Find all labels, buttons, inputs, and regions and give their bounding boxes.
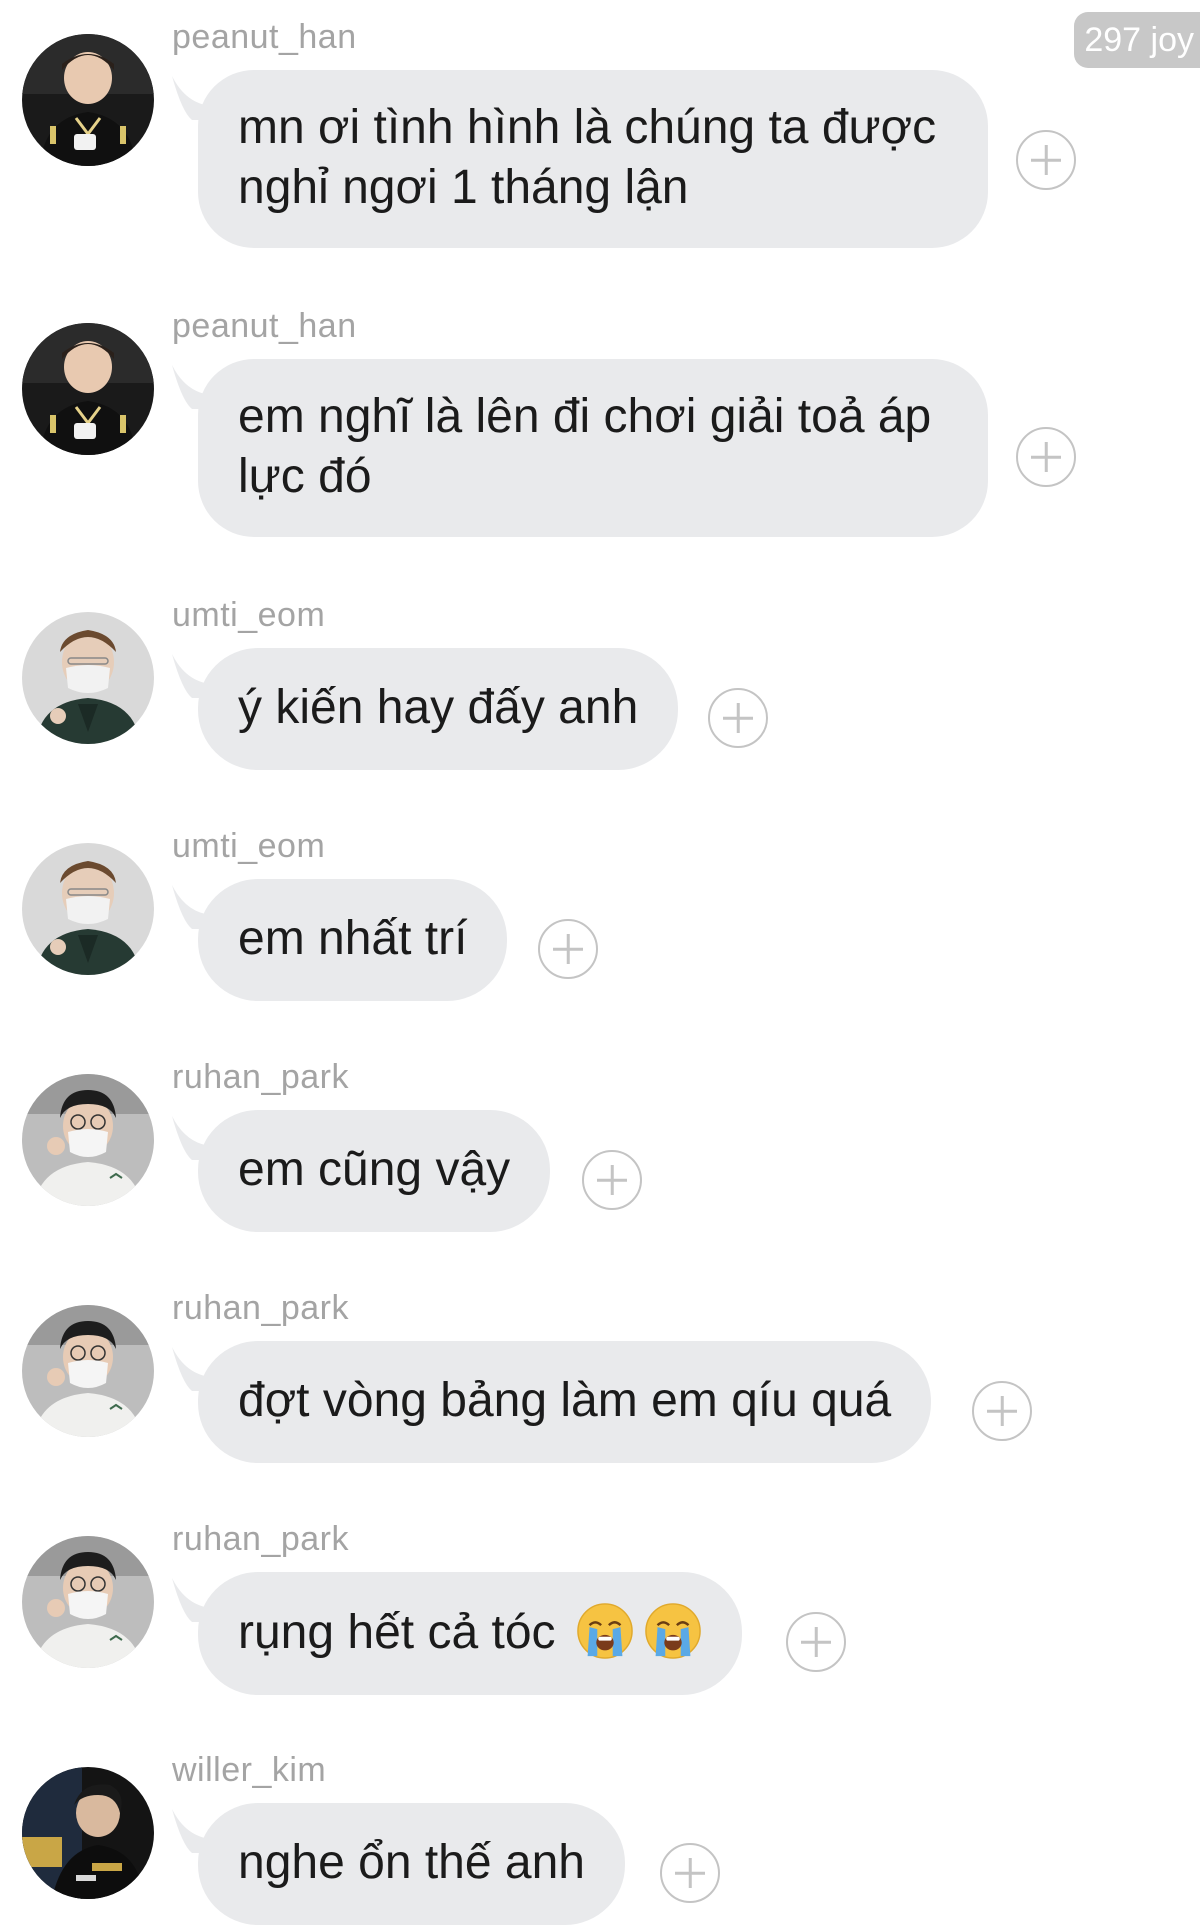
avatar[interactable] bbox=[22, 843, 154, 975]
avatar[interactable] bbox=[22, 612, 154, 744]
loudly-crying-face-emoji bbox=[576, 1602, 634, 1660]
add-reaction-button[interactable] bbox=[708, 688, 768, 748]
username[interactable]: ruhan_park bbox=[172, 1285, 349, 1331]
message-bubble-wrap: em nhất trí bbox=[170, 879, 508, 1001]
message-text: rụng hết cả tóc bbox=[238, 1606, 556, 1659]
avatar[interactable] bbox=[22, 1074, 154, 1206]
avatar[interactable] bbox=[22, 34, 154, 166]
message-bubble-wrap: đợt vòng bảng làm em qíu quá bbox=[170, 1341, 932, 1463]
message-item: umti_eom ý kiến hay đấy anh bbox=[0, 592, 1200, 792]
add-reaction-button[interactable] bbox=[786, 1612, 846, 1672]
add-reaction-button[interactable] bbox=[972, 1381, 1032, 1441]
message-bubble[interactable]: em nghĩ là lên đi chơi giải toả áp lực đ… bbox=[198, 359, 988, 537]
message-bubble-wrap: mn ơi tình hình là chúng ta được nghỉ ng… bbox=[170, 70, 988, 248]
player-photo-avatar bbox=[22, 323, 154, 455]
add-reaction-button[interactable] bbox=[1016, 130, 1076, 190]
chat-thread: 297 joy peanut_han mn ơi tình hình là ch… bbox=[0, 0, 1200, 1925]
avatar[interactable] bbox=[22, 1536, 154, 1668]
username[interactable]: willer_kim bbox=[172, 1747, 326, 1793]
message-bubble[interactable]: ý kiến hay đấy anh bbox=[198, 648, 679, 770]
player-photo-avatar bbox=[22, 1536, 154, 1668]
player-photo-avatar bbox=[22, 612, 154, 744]
message-item: peanut_han em nghĩ là lên đi chơi giải t… bbox=[0, 303, 1200, 563]
message-bubble[interactable]: em nhất trí bbox=[198, 879, 508, 1001]
message-bubble-wrap: em cũng vậy bbox=[170, 1110, 551, 1232]
message-item: peanut_han mn ơi tình hình là chúng ta đ… bbox=[0, 14, 1200, 274]
username[interactable]: peanut_han bbox=[172, 14, 357, 60]
message-item: ruhan_park đợt vòng bảng làm em qíu quá bbox=[0, 1285, 1200, 1485]
player-photo-avatar bbox=[22, 34, 154, 166]
message-item: ruhan_park rụng hết cả tóc bbox=[0, 1516, 1200, 1716]
loudly-crying-face-emoji bbox=[644, 1602, 702, 1660]
message-item: umti_eom em nhất trí bbox=[0, 823, 1200, 1023]
message-bubble[interactable]: rụng hết cả tóc bbox=[198, 1572, 742, 1695]
message-bubble[interactable]: nghe ổn thế anh bbox=[198, 1803, 625, 1925]
username[interactable]: umti_eom bbox=[172, 823, 325, 869]
username[interactable]: ruhan_park bbox=[172, 1054, 349, 1100]
message-bubble[interactable]: đợt vòng bảng làm em qíu quá bbox=[198, 1341, 932, 1463]
username[interactable]: peanut_han bbox=[172, 303, 357, 349]
player-photo-avatar bbox=[22, 1305, 154, 1437]
add-reaction-button[interactable] bbox=[1016, 427, 1076, 487]
message-bubble[interactable]: em cũng vậy bbox=[198, 1110, 551, 1232]
message-bubble-wrap: ý kiến hay đấy anh bbox=[170, 648, 679, 770]
avatar[interactable] bbox=[22, 1305, 154, 1437]
add-reaction-button[interactable] bbox=[660, 1843, 720, 1903]
message-bubble-wrap: rụng hết cả tóc bbox=[170, 1572, 742, 1695]
username[interactable]: ruhan_park bbox=[172, 1516, 349, 1562]
player-photo-avatar bbox=[22, 1074, 154, 1206]
message-bubble-wrap: em nghĩ là lên đi chơi giải toả áp lực đ… bbox=[170, 359, 988, 537]
player-photo-avatar bbox=[22, 1767, 154, 1899]
message-bubble-wrap: nghe ổn thế anh bbox=[170, 1803, 625, 1925]
avatar[interactable] bbox=[22, 1767, 154, 1899]
message-bubble[interactable]: mn ơi tình hình là chúng ta được nghỉ ng… bbox=[198, 70, 988, 248]
add-reaction-button[interactable] bbox=[582, 1150, 642, 1210]
add-reaction-button[interactable] bbox=[538, 919, 598, 979]
username[interactable]: umti_eom bbox=[172, 592, 325, 638]
player-photo-avatar bbox=[22, 843, 154, 975]
message-item: ruhan_park em cũng vậy bbox=[0, 1054, 1200, 1254]
message-item: willer_kim nghe ổn thế anh bbox=[0, 1747, 1200, 1925]
avatar[interactable] bbox=[22, 323, 154, 455]
